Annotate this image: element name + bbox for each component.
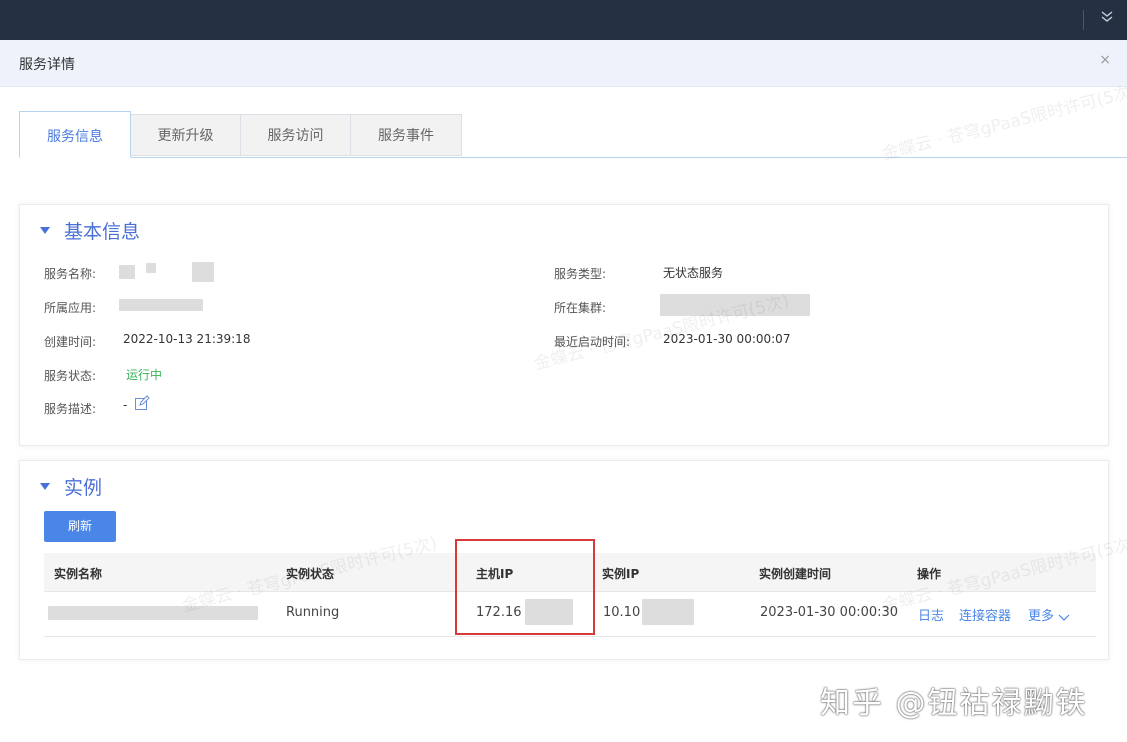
status-label: 服务状态: [44, 369, 97, 383]
redacted-service-name [192, 262, 214, 282]
basic-info-title-text: 基本信息 [64, 221, 141, 243]
app-label: 所属应用: [44, 301, 97, 315]
tab-underline [19, 157, 1127, 158]
redacted-service-name [146, 263, 156, 273]
modal-header: 服务详情 × [0, 40, 1127, 87]
tab-service-access[interactable]: 服务访问 [240, 114, 351, 156]
basic-info-title[interactable]: 基本信息 [40, 217, 140, 244]
description-value: - [123, 398, 128, 412]
service-name-label: 服务名称: [44, 267, 97, 281]
created-time-label: 创建时间: [44, 335, 97, 349]
edit-icon[interactable] [134, 395, 150, 410]
collapse-triangle-icon [40, 227, 50, 234]
tab-service-info[interactable]: 服务信息 [19, 111, 131, 158]
host-ip-highlight-box [455, 539, 595, 635]
collapse-chevrons-icon[interactable] [1100, 9, 1114, 25]
description-label: 服务描述: [44, 402, 97, 416]
instance-status-cell: Running [286, 605, 340, 620]
zhihu-watermark: 知乎 @钮祜禄黝铁 [820, 686, 1088, 721]
refresh-button[interactable]: 刷新 [44, 511, 116, 542]
instances-title[interactable]: 实例 [40, 473, 102, 500]
connect-container-link[interactable]: 连接容器 [959, 605, 1011, 624]
status-value: 运行中 [126, 368, 163, 382]
col-instance-created[interactable]: 实例创建时间 [759, 565, 831, 582]
service-type-label: 服务类型: [554, 267, 607, 281]
license-watermark: 金蝶云 · 苍穹gPaaS限时许可(5次) [880, 81, 1127, 165]
instance-created-cell: 2023-01-30 00:00:30 [760, 605, 899, 620]
redacted-instance-name[interactable] [48, 606, 258, 620]
more-dropdown[interactable]: 更多 [1028, 605, 1070, 624]
redacted-service-name [119, 265, 135, 279]
instance-ip-cell: 10.10 [603, 605, 641, 620]
toolbar-divider [1083, 10, 1084, 30]
basic-info-card: 基本信息 服务名称: 所属应用: 创建时间: 2022-10-13 21:39:… [19, 204, 1109, 446]
row-divider [44, 636, 1096, 637]
tab-update-upgrade[interactable]: 更新升级 [130, 114, 241, 156]
top-nav-bar [0, 0, 1127, 40]
log-link[interactable]: 日志 [918, 605, 944, 624]
instances-title-text: 实例 [64, 477, 103, 499]
cluster-label: 所在集群: [554, 301, 607, 315]
modal-title: 服务详情 [19, 57, 75, 73]
redacted-app-name [119, 299, 203, 311]
more-label: 更多 [1028, 609, 1055, 624]
col-instance-name[interactable]: 实例名称 [54, 565, 102, 582]
tab-service-events[interactable]: 服务事件 [350, 114, 462, 156]
created-time-value: 2022-10-13 21:39:18 [123, 332, 251, 346]
close-icon[interactable]: × [1099, 52, 1111, 68]
chevron-down-icon [1058, 614, 1070, 621]
service-type-value: 无状态服务 [663, 266, 724, 280]
col-instance-ip[interactable]: 实例IP [602, 565, 639, 582]
redacted-instance-ip [642, 599, 694, 625]
collapse-triangle-icon [40, 483, 50, 490]
